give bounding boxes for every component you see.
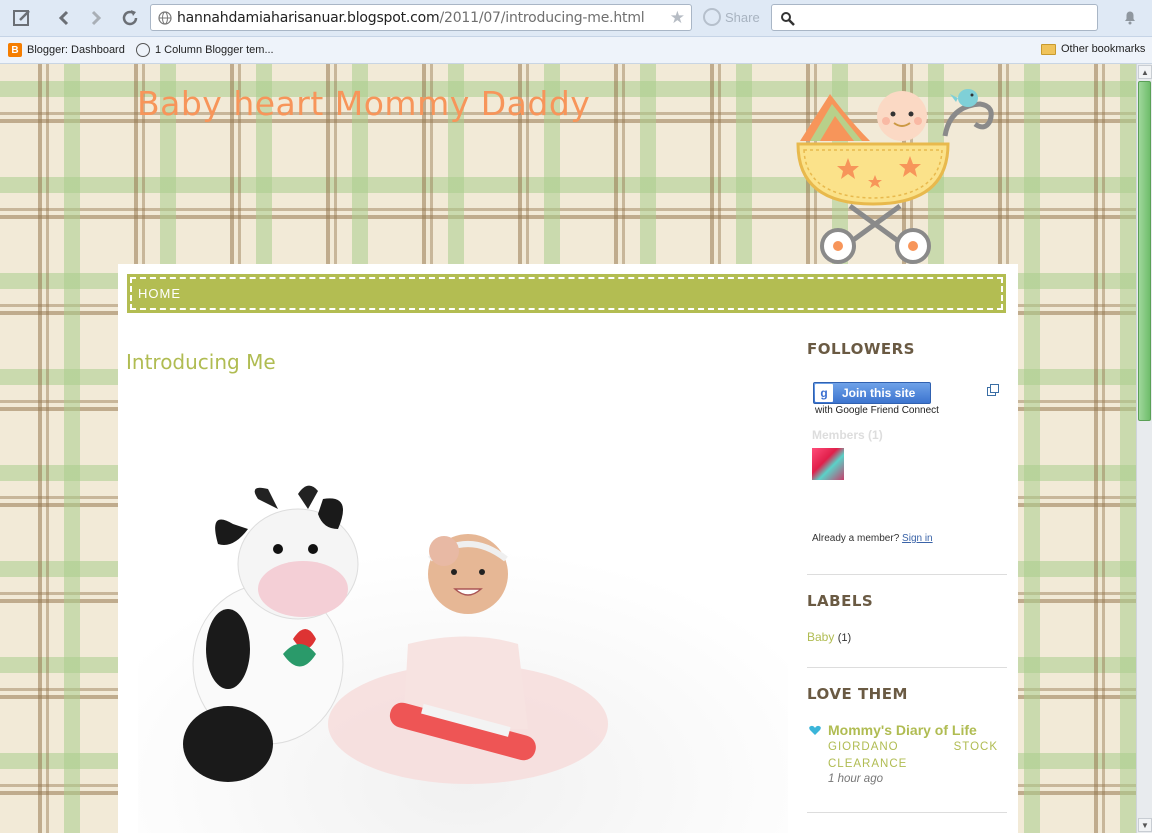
search-icon: [781, 12, 795, 26]
post-photo: [138, 469, 788, 833]
bookmark-star-icon[interactable]: ★: [670, 8, 685, 28]
sidebar-divider: [807, 667, 1007, 668]
globe-icon: [136, 43, 150, 57]
nav-bar: HOME: [127, 274, 1006, 313]
bookmark-blogger-template[interactable]: 1 Column Blogger tem...: [136, 43, 274, 57]
bookmark-label: 1 Column Blogger tem...: [155, 44, 274, 56]
bookmark-blogger-dashboard[interactable]: B Blogger: Dashboard: [8, 43, 125, 57]
bookmarks-bar: B Blogger: Dashboard 1 Column Blogger te…: [0, 37, 1152, 64]
label-count: (1): [837, 632, 852, 644]
scroll-down-icon[interactable]: ▼: [1138, 818, 1152, 832]
blog-list-post[interactable]: GIORDANO STOCK CLEARANCE: [828, 739, 998, 773]
share-button[interactable]: Share: [703, 8, 760, 26]
other-bookmarks[interactable]: Other bookmarks: [1041, 43, 1145, 55]
baby-stroller-illustration: [796, 89, 994, 264]
member-avatar[interactable]: [812, 448, 844, 480]
label-name[interactable]: Baby: [807, 630, 834, 644]
followers-title: FOLLOWERS: [807, 340, 915, 358]
vertical-scrollbar[interactable]: ▲ ▼: [1136, 64, 1152, 833]
folder-icon: [1041, 43, 1056, 55]
share-icon: [703, 8, 721, 26]
address-bar[interactable]: hannahdamiaharisanuar.blogspot.com/2011/…: [150, 4, 692, 31]
heart-icon: [809, 725, 821, 735]
other-bookmarks-label: Other bookmarks: [1061, 43, 1146, 55]
sidebar-divider: [807, 574, 1007, 575]
google-icon: g: [815, 384, 833, 402]
members-count: Members (1): [812, 428, 883, 442]
blogger-icon: B: [8, 43, 22, 57]
already-member-text: Already a member?: [812, 533, 900, 544]
join-site-label: Join this site: [842, 386, 916, 400]
post-title[interactable]: Introducing Me: [126, 350, 276, 374]
bookmark-label: Blogger: Dashboard: [27, 44, 125, 56]
url-path: /2011/07/introducing-me.html: [439, 10, 645, 26]
join-site-button[interactable]: g Join this site: [813, 382, 931, 404]
notifications-icon[interactable]: [1122, 9, 1138, 25]
forward-button[interactable]: [84, 6, 108, 30]
label-item[interactable]: Baby (1): [807, 630, 851, 644]
url-host: hannahdamiaharisanuar.blogspot.com: [177, 10, 440, 26]
blog-content: HOME Introducing Me FOLLOWERS g Join thi…: [118, 264, 1018, 833]
nav-home-link[interactable]: HOME: [138, 286, 181, 301]
blog-list-name[interactable]: Mommy's Diary of Life: [828, 722, 977, 738]
search-input[interactable]: [771, 4, 1098, 31]
page-info-icon[interactable]: [158, 11, 172, 25]
popout-icon[interactable]: [987, 384, 999, 396]
edit-page-icon[interactable]: [10, 6, 34, 30]
sidebar-divider: [807, 812, 1007, 813]
nav-border: [130, 277, 1003, 310]
share-label: Share: [725, 9, 760, 25]
scrollbar-thumb[interactable]: [1138, 81, 1151, 421]
gfc-subtext: with Google Friend Connect: [815, 405, 939, 416]
browser-toolbar: hannahdamiaharisanuar.blogspot.com/2011/…: [0, 0, 1152, 37]
labels-title: LABELS: [807, 592, 874, 610]
address-url: hannahdamiaharisanuar.blogspot.com/2011/…: [177, 10, 645, 26]
back-button[interactable]: [52, 6, 76, 30]
blog-title[interactable]: Baby heart Mommy Daddy: [137, 84, 590, 123]
sign-in-link[interactable]: Sign in: [902, 533, 933, 544]
scroll-up-icon[interactable]: ▲: [1138, 65, 1152, 79]
already-member: Already a member? Sign in: [812, 533, 933, 544]
reload-button[interactable]: [118, 6, 142, 30]
page-viewport: Baby heart Mommy Daddy HOME Introducing …: [0, 64, 1136, 833]
blog-list-time: 1 hour ago: [828, 773, 883, 785]
love-them-title: LOVE THEM: [807, 685, 908, 703]
